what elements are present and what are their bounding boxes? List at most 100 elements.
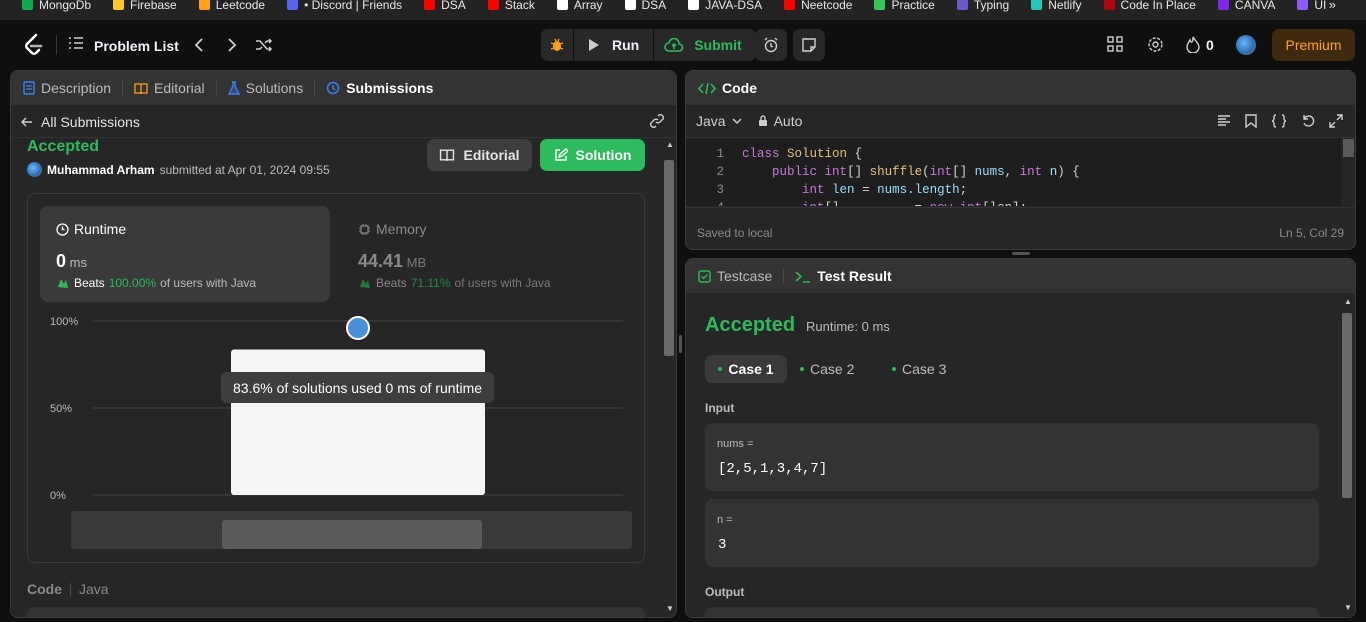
bookmarks-more-button[interactable]: » [1329, 0, 1336, 12]
code-line: 3 int len = nums.length; [686, 183, 1336, 201]
run-button[interactable]: Run [574, 29, 655, 61]
avatar[interactable] [1236, 35, 1256, 55]
input-n-value[interactable]: 3 [718, 537, 726, 553]
bookmark-item[interactable]: Firebase [113, 0, 177, 12]
chart-ytick-label: 50% [50, 403, 72, 415]
bookmark-item[interactable]: UI [1297, 0, 1326, 12]
lock-icon [758, 115, 767, 126]
next-problem-button[interactable] [222, 35, 242, 55]
tab-testcase[interactable]: Testcase [698, 268, 772, 284]
premium-button[interactable]: Premium [1272, 29, 1355, 61]
input-nums-value[interactable]: [2,5,1,3,4,7] [718, 461, 827, 477]
editorial-button[interactable]: Editorial [427, 139, 532, 171]
chart-tooltip: 83.6% of solutions used 0 ms of runtime [221, 372, 495, 403]
input-n-name: n = [717, 514, 733, 526]
bookmark-item[interactable]: • Discord | Friends [287, 0, 402, 12]
bookmark-item[interactable]: Array [556, 0, 603, 12]
line-code: int len = nums.length; [802, 183, 968, 197]
memory-label: Memory [376, 221, 427, 237]
reset-icon[interactable] [1301, 114, 1315, 128]
bookmark-favicon-icon [556, 0, 568, 10]
expand-icon[interactable] [1329, 114, 1343, 128]
clapping-hands-icon [360, 278, 370, 288]
your-submission-marker[interactable] [346, 316, 370, 340]
list-icon [68, 36, 84, 55]
settings-button[interactable] [1147, 36, 1165, 54]
bookmark-item[interactable]: Code In Place [1103, 0, 1196, 12]
bookmark-item[interactable]: JAVA-DSA [688, 0, 762, 12]
problem-list-button[interactable]: Problem List [68, 36, 179, 55]
submit-button[interactable]: Submit [654, 29, 755, 61]
solution-button[interactable]: Solution [540, 139, 645, 171]
bookmarks-bar: MongoDb Firebase Leetcode • Discord | Frien… [0, 0, 1366, 20]
chip-icon [359, 223, 370, 235]
case-tab-1[interactable]: Case 1 [705, 355, 787, 383]
editor-toolbar: Java Auto [686, 105, 1355, 137]
left-scrollbar[interactable]: ▲ ▼ [663, 138, 676, 617]
tab-submissions[interactable]: Submissions [326, 80, 433, 96]
bookmark-item[interactable]: DSA [424, 0, 466, 12]
left-tabs: Description Editorial Solutions Submissi… [11, 71, 676, 105]
bookmark-item[interactable]: DSA [624, 0, 666, 12]
memory-beats: 71.11% [410, 276, 451, 290]
bookmark-item[interactable]: CANVA [1217, 0, 1276, 12]
edit-icon [554, 148, 568, 161]
result-status: Accepted [705, 314, 796, 336]
memory-beats-prefix: Beats [376, 276, 407, 290]
tab-solutions[interactable]: Solutions [227, 80, 303, 96]
notes-button[interactable] [793, 29, 825, 61]
bookmark-item[interactable]: Practice [874, 0, 935, 12]
chart-range-brush[interactable] [222, 520, 482, 549]
bookmark-item[interactable]: Netlify [1031, 0, 1082, 12]
result-scrollbar[interactable]: ▲ ▼ [1341, 297, 1354, 617]
code-editor[interactable]: 1 class Solution {2 public int[] shuffle(… [686, 138, 1341, 206]
random-problem-button[interactable] [253, 35, 275, 55]
editor-scrollbar[interactable] [1343, 139, 1354, 157]
bookmark-item[interactable]: Leetcode [198, 0, 265, 12]
auto-mode[interactable]: Auto [758, 113, 802, 129]
alarm-clock-icon [764, 37, 778, 53]
chart-ytick-label: 100% [50, 316, 78, 328]
chevron-left-icon [194, 38, 203, 52]
case-tab-3[interactable]: Case 3 [892, 355, 946, 383]
layout-button[interactable] [1107, 36, 1125, 54]
tab-description[interactable]: Description [23, 80, 111, 96]
clock-icon [56, 222, 69, 236]
bookmark-favicon-icon [487, 0, 499, 10]
runtime-value: 0 [56, 251, 67, 271]
leetcode-logo-icon[interactable] [22, 33, 44, 57]
tab-test-result[interactable]: Test Result [795, 268, 892, 284]
bookmark-item[interactable]: MongoDb [22, 0, 91, 12]
bookmark-item[interactable]: Typing [956, 0, 1009, 12]
bookmark-icon[interactable] [1245, 114, 1257, 128]
input-n-box: n = 3 [705, 499, 1319, 567]
input-nums-box: nums = [2,5,1,3,4,7] [705, 423, 1319, 491]
memory-card[interactable]: Memory 44.41 MB Beats 71.11% of users wi… [342, 206, 632, 302]
bookmark-item[interactable]: Stack [487, 0, 535, 12]
user-avatar[interactable] [27, 162, 42, 177]
bookmark-label: Code In Place [1120, 0, 1196, 12]
bookmark-favicon-icon [1031, 0, 1043, 10]
history-icon [326, 81, 340, 95]
braces-icon[interactable] [1271, 114, 1287, 128]
code-tab[interactable]: Code [698, 80, 757, 96]
bookmark-item[interactable]: Neetcode [784, 0, 852, 12]
format-icon[interactable] [1217, 115, 1231, 127]
streak-counter[interactable]: 0 [1186, 36, 1214, 53]
case-tab-2[interactable]: Case 2 [800, 355, 854, 383]
prev-problem-button[interactable] [189, 35, 209, 55]
terminal-icon [795, 270, 811, 283]
all-submissions-link[interactable]: All Submissions [21, 114, 140, 130]
language-select[interactable]: Java [696, 113, 742, 129]
premium-label: Premium [1285, 37, 1342, 53]
horizontal-splitter[interactable] [1012, 252, 1030, 255]
copy-link-button[interactable] [649, 113, 665, 134]
debug-button[interactable] [541, 29, 574, 61]
submission-panel: Description Editorial Solutions Submissi… [10, 70, 677, 618]
bookmark-label: CANVA [1234, 0, 1276, 12]
vertical-splitter[interactable] [679, 335, 682, 353]
runtime-card[interactable]: Runtime 0 ms Beats 100.00% of users with… [40, 206, 330, 302]
timer-button[interactable] [755, 29, 787, 61]
user-name[interactable]: Muhammad Arham [47, 163, 155, 177]
tab-editorial[interactable]: Editorial [134, 80, 205, 96]
